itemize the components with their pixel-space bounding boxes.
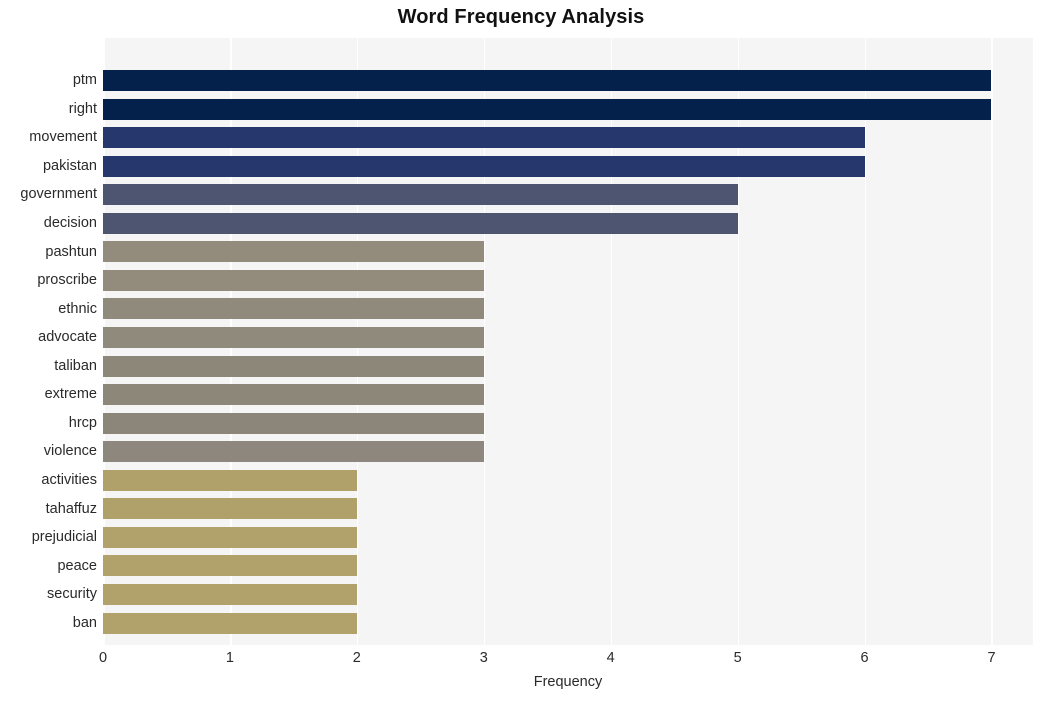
bar-row xyxy=(103,466,1033,495)
bar-pashtun[interactable] xyxy=(103,241,484,263)
bar-row xyxy=(103,409,1033,438)
bar-ptm[interactable] xyxy=(103,70,992,92)
x-axis-label: Frequency xyxy=(533,674,603,690)
bar-activities[interactable] xyxy=(103,469,357,491)
bar-tahaffuz[interactable] xyxy=(103,498,357,520)
y-tick-label-advocate: advocate xyxy=(38,329,97,346)
y-tick-label-pashtun: pashtun xyxy=(45,243,97,260)
bar-row xyxy=(103,95,1033,124)
x-tick-label-7: 7 xyxy=(987,650,996,666)
bar-row xyxy=(103,180,1033,209)
bar-prejudicial[interactable] xyxy=(103,526,357,548)
x-axis-tick-labels: 0 1 2 3 4 5 6 7 xyxy=(0,650,1042,672)
bar-extreme[interactable] xyxy=(103,384,484,406)
plot-area xyxy=(103,38,1033,645)
page-title: Word Frequency Analysis xyxy=(397,6,645,28)
bar-violence[interactable] xyxy=(103,441,484,463)
bar-row xyxy=(103,238,1033,267)
bar-row xyxy=(103,380,1033,409)
x-tick-label-5: 5 xyxy=(733,650,742,666)
y-tick-label-ban: ban xyxy=(72,614,97,631)
y-axis-tick-labels: ptm right movement pakistan government decisi… xyxy=(0,38,97,645)
bar-security[interactable] xyxy=(103,583,357,605)
bar-row xyxy=(103,123,1033,152)
bar-row xyxy=(103,352,1033,381)
y-tick-label-right: right xyxy=(68,100,97,117)
bar-row xyxy=(103,266,1033,295)
y-tick-label-decision: decision xyxy=(43,215,97,232)
x-tick-label-4: 4 xyxy=(606,650,615,666)
y-tick-label-violence: violence xyxy=(43,443,97,460)
bar-advocate[interactable] xyxy=(103,327,484,349)
y-tick-label-activities: activities xyxy=(41,471,97,488)
bar-row xyxy=(103,152,1033,181)
x-tick-label-1: 1 xyxy=(225,650,234,666)
y-tick-label-ethnic: ethnic xyxy=(58,300,97,317)
bar-ban[interactable] xyxy=(103,612,357,634)
y-tick-label-tahaffuz: tahaffuz xyxy=(45,500,97,517)
y-tick-label-ptm: ptm xyxy=(72,72,97,89)
x-tick-label-3: 3 xyxy=(479,650,488,666)
x-tick-label-2: 2 xyxy=(352,650,361,666)
bar-peace[interactable] xyxy=(103,555,357,577)
bar-proscribe[interactable] xyxy=(103,269,484,291)
bar-ethnic[interactable] xyxy=(103,298,484,320)
bar-row xyxy=(103,437,1033,466)
bar-right[interactable] xyxy=(103,98,992,120)
bar-series xyxy=(103,38,1033,645)
x-tick-label-6: 6 xyxy=(860,650,869,666)
x-tick-label-0: 0 xyxy=(98,650,108,666)
y-tick-label-taliban: taliban xyxy=(54,357,97,374)
bar-pakistan[interactable] xyxy=(103,155,865,177)
bar-row xyxy=(103,609,1033,638)
bar-row xyxy=(103,323,1033,352)
y-tick-label-movement: movement xyxy=(29,129,97,146)
y-tick-label-pakistan: pakistan xyxy=(42,157,97,174)
bar-row xyxy=(103,495,1033,524)
bar-row xyxy=(103,580,1033,609)
y-tick-label-security: security xyxy=(47,586,97,603)
y-tick-label-prejudicial: prejudicial xyxy=(31,529,97,546)
bar-decision[interactable] xyxy=(103,212,738,234)
bar-row xyxy=(103,295,1033,324)
y-tick-label-hrcp: hrcp xyxy=(68,414,97,431)
y-tick-label-government: government xyxy=(20,186,97,203)
bar-taliban[interactable] xyxy=(103,355,484,377)
bar-row xyxy=(103,552,1033,581)
y-tick-label-extreme: extreme xyxy=(44,386,97,403)
chart-figure: Word Frequency Analysis ptm right movement… xyxy=(0,0,1042,701)
bar-government[interactable] xyxy=(103,184,738,206)
bar-row xyxy=(103,66,1033,95)
y-tick-label-proscribe: proscribe xyxy=(37,272,97,289)
bar-row xyxy=(103,209,1033,238)
bar-row xyxy=(103,523,1033,552)
y-tick-label-peace: peace xyxy=(57,557,97,574)
bar-movement[interactable] xyxy=(103,127,865,149)
bar-hrcp[interactable] xyxy=(103,412,484,434)
